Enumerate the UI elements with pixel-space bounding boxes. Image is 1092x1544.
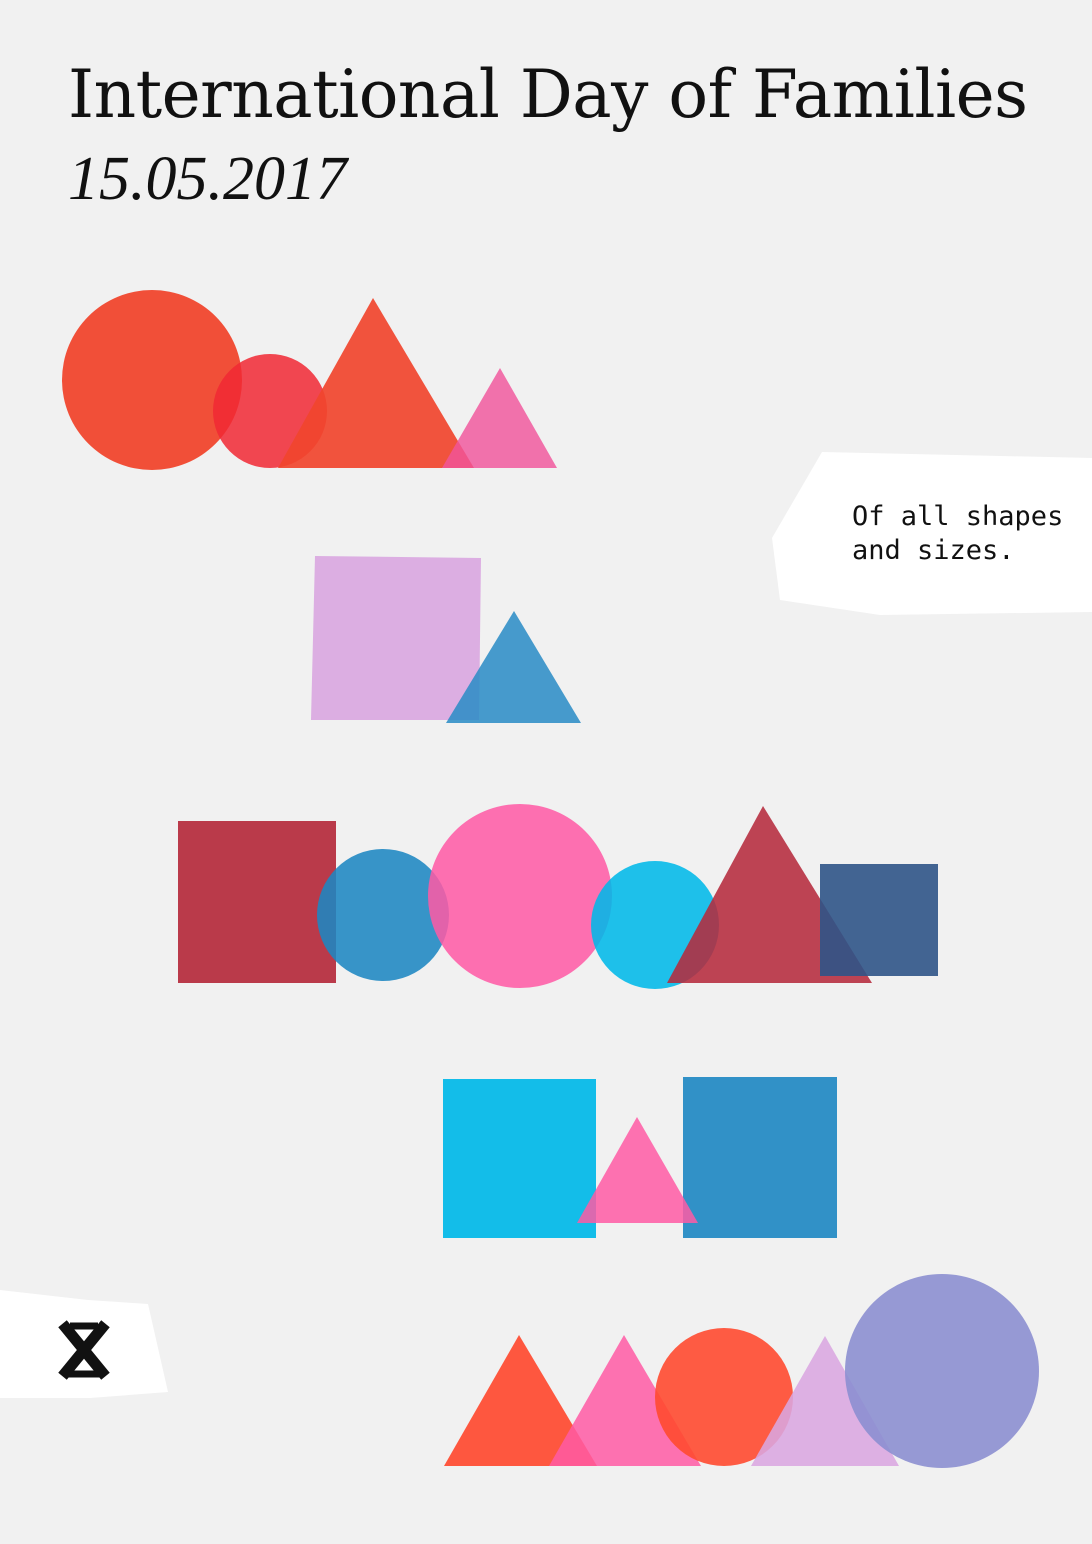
poster-date: 15.05.2017 [68, 145, 347, 213]
shape-row-5 [444, 1274, 1039, 1468]
poster: International Day of Families 15.05.2017… [0, 0, 1092, 1544]
square-shape [178, 821, 336, 983]
tagline-line-2: and sizes. [852, 535, 1015, 566]
circle-shape [845, 1274, 1039, 1468]
triangle-shape [442, 368, 557, 468]
circle-shape [317, 849, 449, 981]
tagline-line-1: Of all shapes [852, 501, 1064, 532]
square-shape [443, 1079, 596, 1238]
shape-row-3 [178, 804, 938, 989]
tagline-note: Of all shapes and sizes. [852, 500, 1082, 568]
shape-row-1 [62, 290, 557, 470]
square-shape [311, 556, 481, 720]
poster-title: International Day of Families [68, 56, 1028, 133]
circle-shape [62, 290, 242, 470]
square-shape [820, 864, 938, 976]
square-shape [683, 1077, 837, 1238]
shape-row-4 [443, 1077, 837, 1238]
shape-row-2 [311, 556, 581, 723]
shapes-collage [0, 290, 1092, 1468]
circle-shape [428, 804, 612, 988]
